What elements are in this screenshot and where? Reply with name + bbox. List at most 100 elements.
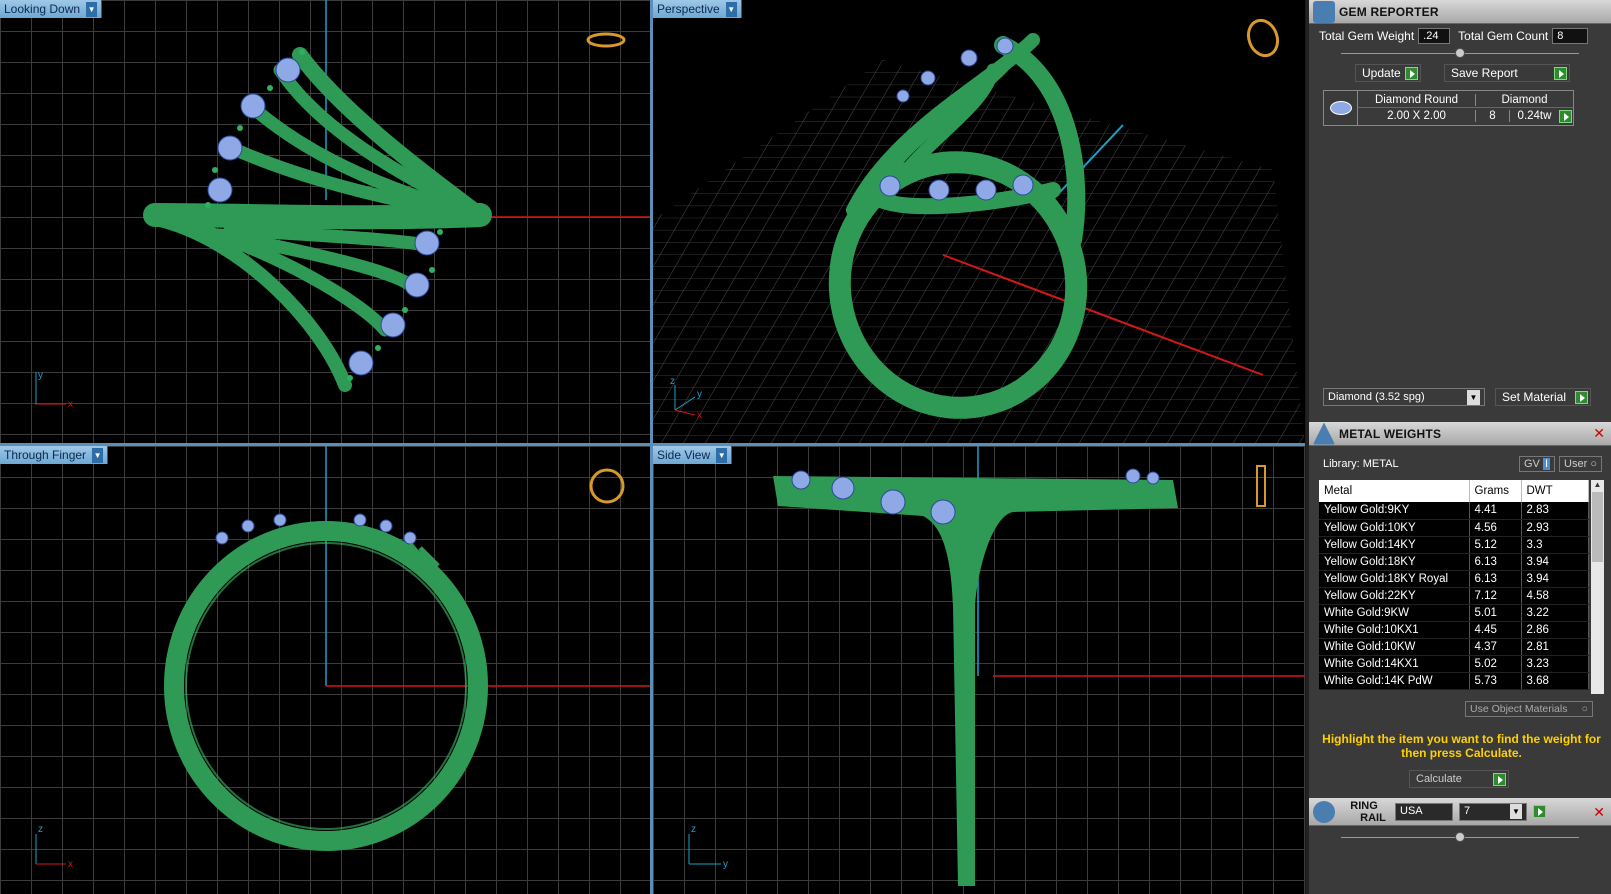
viewport-tab-perspective[interactable]: Perspective ▼	[653, 0, 742, 18]
cell-dwt: 3.68	[1521, 672, 1589, 690]
slider-knob[interactable]	[1455, 832, 1465, 842]
chevron-down-icon[interactable]: ▼	[725, 1, 737, 17]
viewport-perspective[interactable]: Perspective ▼ z y x	[653, 0, 1305, 443]
slider-knob[interactable]	[1455, 48, 1465, 58]
calculate-button[interactable]: Calculate	[1409, 770, 1509, 788]
cell-dwt: 3.23	[1521, 655, 1589, 673]
cell-metal: Yellow Gold:22KY	[1319, 587, 1470, 605]
ring-rail-slider[interactable]	[1341, 832, 1579, 842]
table-row[interactable]: White Gold:9KW 5.01 3.22	[1319, 604, 1589, 622]
panel-title: METAL WEIGHTS	[1339, 426, 1442, 441]
ring-orientation-icon	[589, 468, 625, 504]
app-window: Looking Down ▼ y x Perspective ▼ z y x T…	[0, 0, 1611, 894]
table-row[interactable]: White Gold:14KX1 5.02 3.23	[1319, 655, 1589, 673]
close-icon[interactable]: ✕	[1593, 426, 1605, 440]
cell-metal: White Gold:10KX1	[1319, 621, 1470, 639]
viewport-tab-looking-down[interactable]: Looking Down ▼	[0, 0, 103, 18]
save-report-button[interactable]: Save Report	[1444, 64, 1570, 82]
gem-row[interactable]: Diamond Round Diamond 2.00 X 2.00 8 0.24…	[1324, 91, 1573, 125]
metal-weights-icon	[1313, 422, 1335, 445]
ring-size-select[interactable]: 7 ▼	[1459, 802, 1527, 821]
set-material-button[interactable]: Set Material	[1495, 388, 1591, 406]
cell-metal: Yellow Gold:18KY Royal	[1319, 570, 1470, 588]
cell-grams: 5.73	[1469, 672, 1522, 690]
svg-text:y: y	[697, 389, 702, 400]
close-icon[interactable]: ✕	[1593, 805, 1605, 819]
metal-weights-header: METAL WEIGHTS ✕	[1309, 422, 1611, 446]
cell-grams: 5.01	[1469, 604, 1522, 622]
table-row[interactable]: Yellow Gold:9KY 4.41 2.83	[1319, 502, 1589, 520]
cell-dwt: 2.93	[1521, 519, 1589, 537]
ring-rail-title-line2: RAIL	[1360, 811, 1386, 824]
gv-toggle[interactable]: GV I	[1519, 456, 1556, 472]
gem-count: 8	[1476, 110, 1510, 122]
instruction-text: Highlight the item you want to find the …	[1322, 732, 1601, 760]
ring-orientation-icon	[1246, 18, 1280, 58]
cell-dwt: 3.3	[1521, 536, 1589, 554]
chevron-down-icon[interactable]: ▼	[86, 1, 98, 17]
material-select[interactable]: Diamond (3.52 spg) ▼	[1323, 388, 1485, 406]
ring-top-render: y x	[35, 0, 650, 410]
column-header-grams[interactable]: Grams	[1469, 480, 1522, 502]
ring-rail-header: RING RAIL USA 7 ▼ ✕	[1309, 798, 1611, 826]
metal-weights-table[interactable]: Metal Grams DWT Yellow Gold:9KY 4.41 2.83 Y…	[1319, 480, 1589, 690]
ring-orientation-icon	[1256, 465, 1266, 507]
viewport-splitter-horizontal[interactable]	[0, 443, 1305, 446]
table-row[interactable]: Yellow Gold:18KY 6.13 3.94	[1319, 553, 1589, 571]
axis-label-y: y	[38, 370, 43, 381]
cell-metal: Yellow Gold:10KY	[1319, 519, 1470, 537]
viewport-through-finger[interactable]: Through Finger ▼ z x	[0, 446, 650, 894]
gem-list[interactable]: Diamond Round Diamond 2.00 X 2.00 8 0.24…	[1323, 90, 1574, 126]
gem-material: Diamond	[1501, 93, 1548, 106]
column-header-dwt[interactable]: DWT	[1521, 480, 1589, 502]
use-object-materials-toggle[interactable]: Use Object Materials ○	[1465, 701, 1593, 717]
scroll-up-icon[interactable]: ▲	[1591, 480, 1604, 492]
cell-metal: White Gold:10KW	[1319, 638, 1470, 656]
table-scrollbar[interactable]: ▲	[1591, 480, 1604, 694]
play-icon[interactable]	[1533, 805, 1546, 818]
column-header-metal[interactable]: Metal	[1319, 480, 1470, 502]
user-toggle[interactable]: User ○	[1559, 456, 1602, 472]
table-row[interactable]: Yellow Gold:10KY 4.56 2.93	[1319, 519, 1589, 537]
ring-rail-title-line1: RING	[1350, 799, 1378, 812]
play-icon[interactable]	[1559, 109, 1572, 123]
total-gem-weight-label: Total Gem Weight	[1319, 29, 1415, 43]
table-row[interactable]: Yellow Gold:22KY 7.12 4.58	[1319, 587, 1589, 605]
viewport-tab-side-view[interactable]: Side View ▼	[653, 446, 733, 464]
cell-dwt: 3.94	[1521, 553, 1589, 571]
ring-perspective-render: z y x	[653, 18, 1305, 443]
svg-text:z: z	[691, 824, 696, 835]
viewport-splitter-vertical[interactable]	[650, 0, 653, 894]
viewport-looking-down[interactable]: Looking Down ▼ y x	[0, 0, 650, 443]
cell-dwt: 2.81	[1521, 638, 1589, 656]
side-panel: GEM REPORTER Total Gem Weight .24 Total …	[1306, 0, 1611, 894]
table-row[interactable]: Yellow Gold:14KY 5.12 3.3	[1319, 536, 1589, 554]
panel-title: GEM REPORTER	[1339, 4, 1439, 19]
viewport-tab-through-finger[interactable]: Through Finger ▼	[0, 446, 109, 464]
chevron-down-icon[interactable]: ▼	[92, 447, 104, 463]
gem-reporter-icon	[1313, 0, 1335, 23]
update-button[interactable]: Update	[1355, 64, 1421, 82]
cell-grams: 6.13	[1469, 570, 1522, 588]
gem-thumbnail	[1324, 91, 1358, 125]
gem-reporter-slider[interactable]	[1341, 48, 1579, 58]
ring-size-system[interactable]: USA	[1395, 802, 1453, 821]
table-row[interactable]: White Gold:14K PdW 5.73 3.68	[1319, 672, 1589, 690]
cell-grams: 5.02	[1469, 655, 1522, 673]
viewport-tab-label: Side View	[657, 448, 711, 462]
scroll-thumb[interactable]	[1592, 492, 1603, 562]
gem-shape: Diamond Round	[1358, 93, 1476, 106]
table-row[interactable]: White Gold:10KX1 4.45 2.86	[1319, 621, 1589, 639]
cell-grams: 4.45	[1469, 621, 1522, 639]
ring-side-render: z y	[688, 446, 1305, 886]
table-row[interactable]: Yellow Gold:18KY Royal 6.13 3.94	[1319, 570, 1589, 588]
viewport-tab-label: Through Finger	[4, 448, 87, 462]
cell-metal: White Gold:14KX1	[1319, 655, 1470, 673]
play-icon	[1405, 66, 1418, 80]
ring-rail-icon	[1313, 800, 1335, 823]
table-row[interactable]: White Gold:10KW 4.37 2.81	[1319, 638, 1589, 656]
chevron-down-icon[interactable]: ▼	[716, 447, 728, 463]
play-icon	[1554, 66, 1567, 80]
viewport-side-view[interactable]: Side View ▼ z y	[653, 446, 1305, 894]
cell-grams: 4.56	[1469, 519, 1522, 537]
